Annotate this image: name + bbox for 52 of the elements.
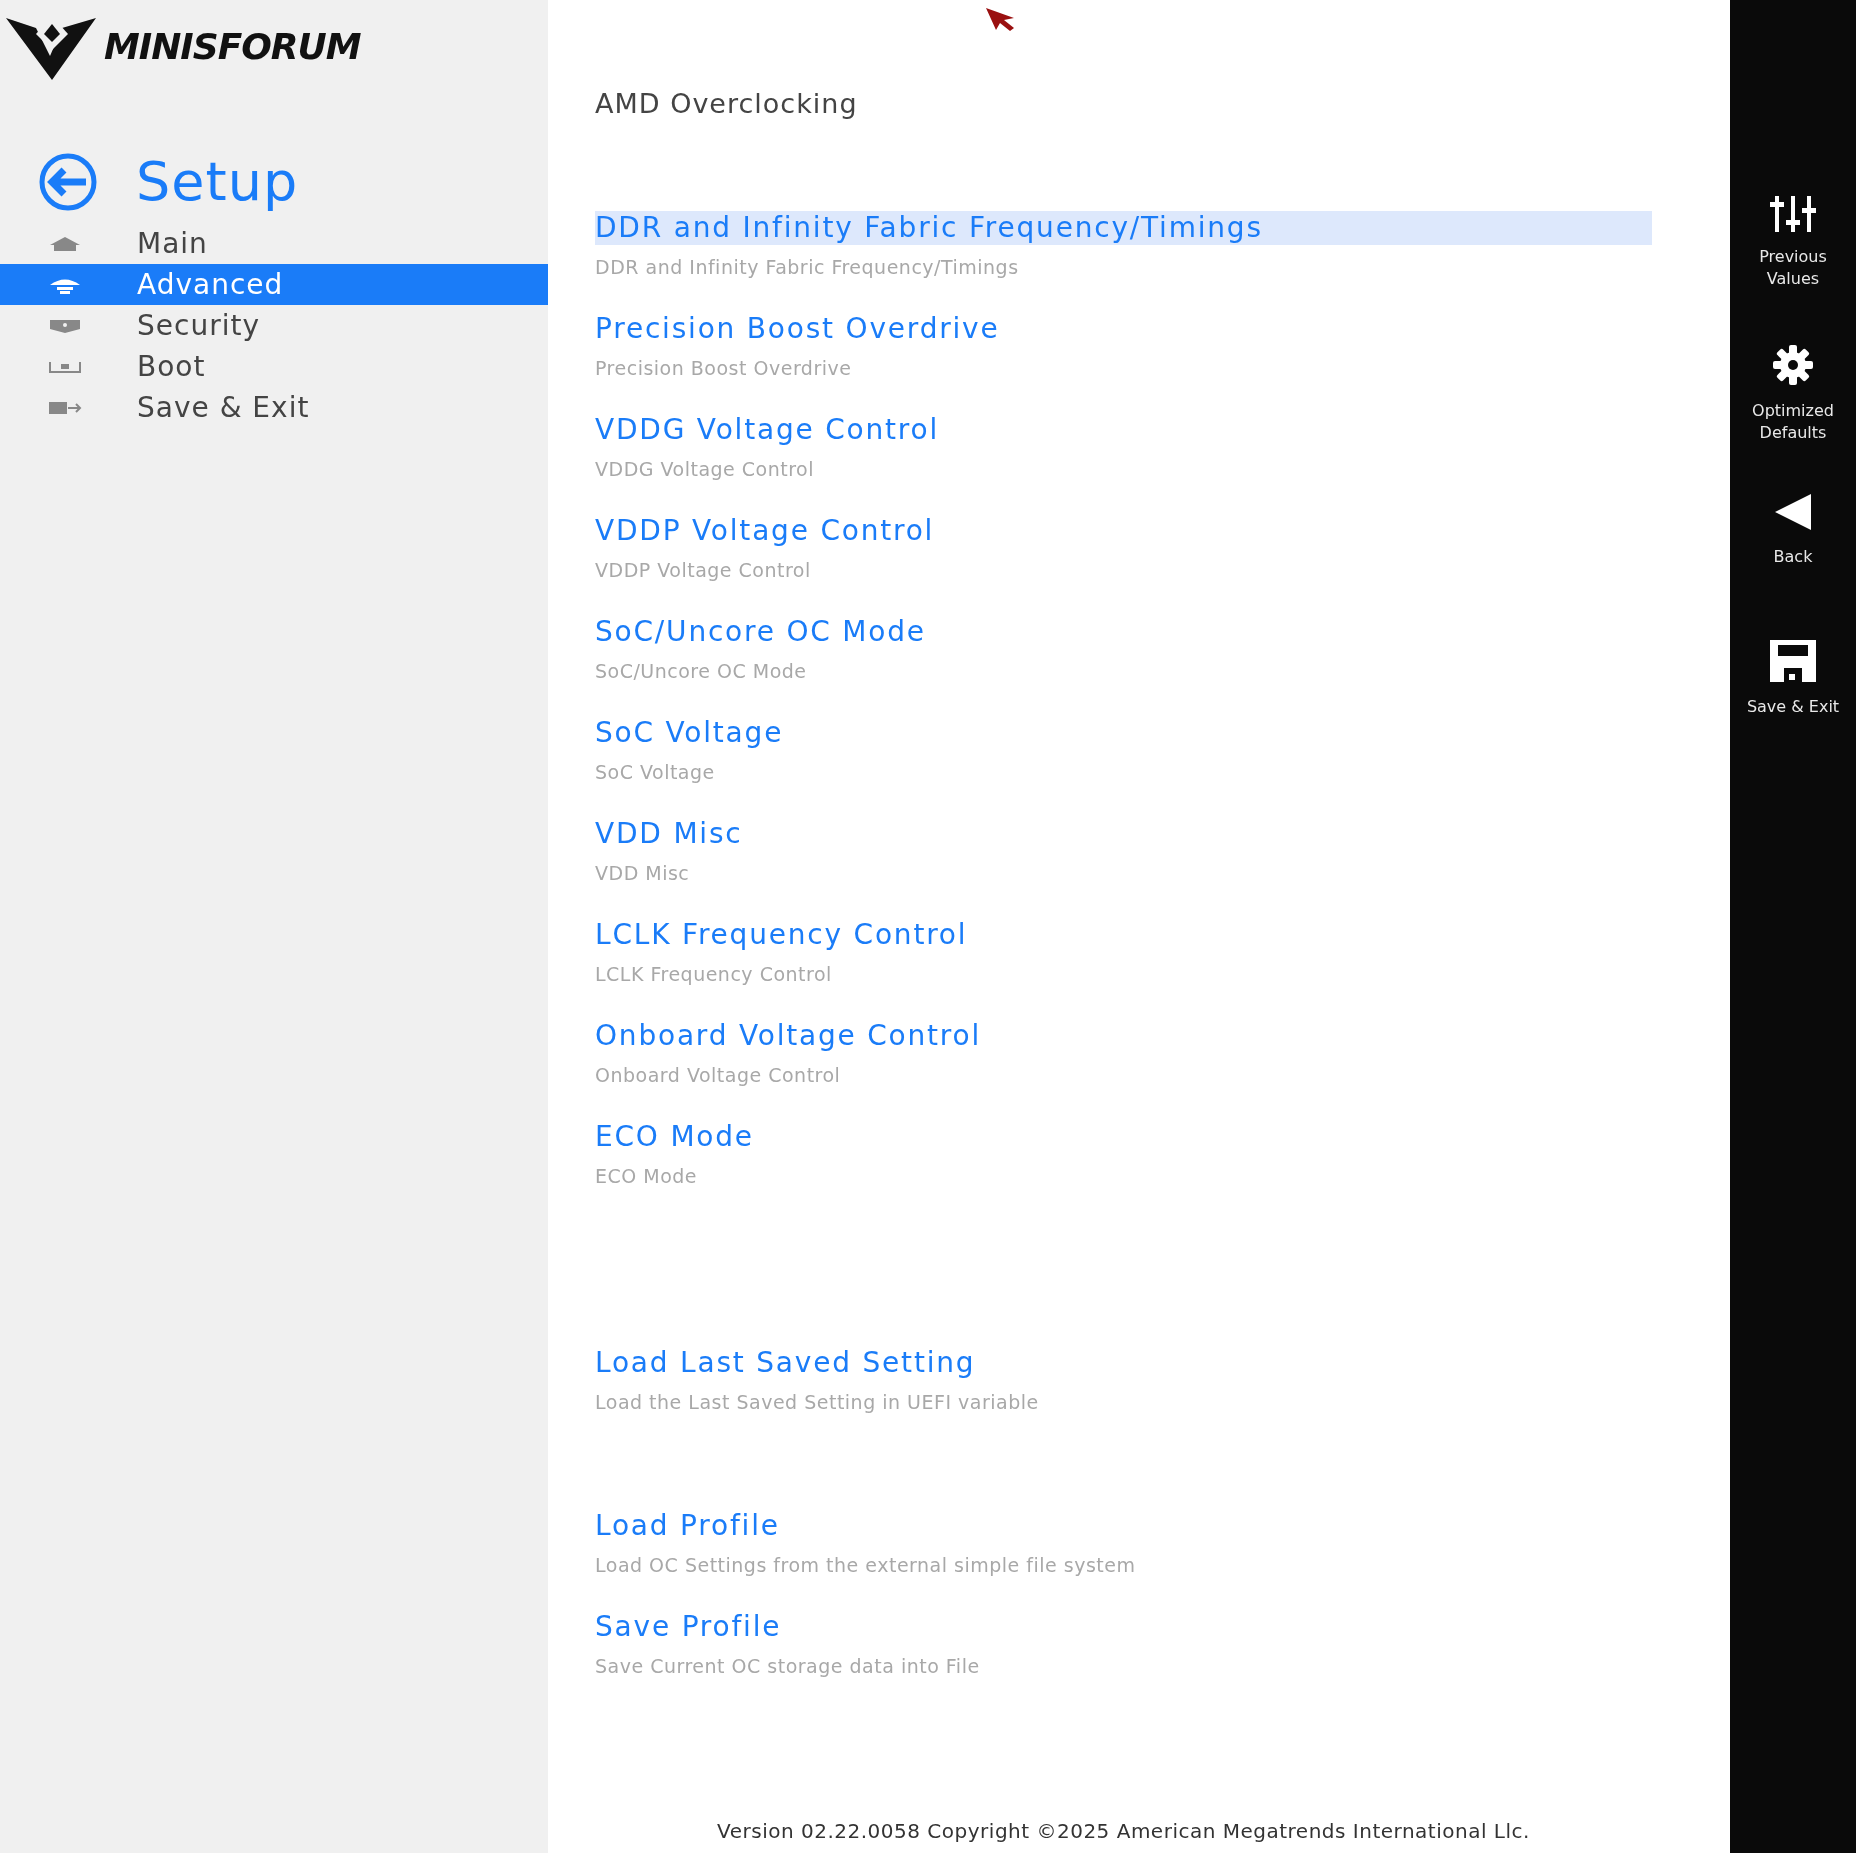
brand-name: MINISFORUM	[104, 25, 361, 67]
menu-item-description: VDDG Voltage Control	[595, 458, 815, 480]
menu-item-description: VDDP Voltage Control	[595, 559, 812, 581]
menu-item-description: Load the Last Saved Setting in UEFI variable	[595, 1391, 1040, 1413]
menu-item[interactable]: SoC/Uncore OC Mode	[595, 615, 1652, 649]
setup-title: Setup	[136, 150, 299, 213]
gear-icon	[1772, 344, 1814, 386]
nav-item[interactable]: Advanced	[0, 264, 548, 305]
toolbar-button[interactable]: Optimized Defaults	[1752, 344, 1834, 492]
menu-item[interactable]: Save Profile	[595, 1610, 1652, 1644]
nav-item[interactable]: Boot	[0, 346, 548, 387]
menu-item[interactable]: VDDG Voltage Control	[595, 413, 1652, 447]
menu-item[interactable]: LCLK Frequency Control	[595, 918, 1652, 952]
nav-label: Boot	[137, 350, 206, 383]
toolbar-button[interactable]: Back	[1773, 492, 1813, 640]
menu-item[interactable]: ECO Mode	[595, 1120, 1652, 1154]
nav-label: Save & Exit	[137, 391, 310, 424]
menu-item[interactable]: Precision Boost Overdrive	[595, 312, 1652, 346]
menu-item-description: DDR and Infinity Fabric Frequency/Timings	[595, 256, 1020, 278]
menu-item-description: LCLK Frequency Control	[595, 963, 833, 985]
toolbar-button[interactable]: Previous Values	[1759, 196, 1827, 344]
menu-item-description: Save Current OC storage data into File	[595, 1655, 981, 1677]
nav-item[interactable]: Main	[0, 223, 548, 264]
menu-item[interactable]: Load Profile	[595, 1509, 1652, 1543]
menu-item-description: VDD Misc	[595, 862, 691, 884]
sliders-icon	[1768, 196, 1818, 232]
menu-item[interactable]: Load Last Saved Setting	[595, 1346, 1652, 1380]
nav-label: Main	[137, 227, 208, 260]
nav-label: Advanced	[137, 268, 284, 301]
exit-icon	[48, 400, 82, 415]
nav-item[interactable]: Save & Exit	[0, 387, 548, 428]
menu-item-description: ECO Mode	[595, 1165, 699, 1187]
menu-item-description: Onboard Voltage Control	[595, 1064, 842, 1086]
menu-item[interactable]: SoC Voltage	[595, 716, 1652, 750]
menu-item[interactable]: VDD Misc	[595, 817, 1652, 851]
menu-item[interactable]: VDDP Voltage Control	[595, 514, 1652, 548]
menu-item-description: Precision Boost Overdrive	[595, 357, 853, 379]
shield-icon	[49, 317, 81, 334]
menu-item[interactable]: Onboard Voltage Control	[595, 1019, 1652, 1053]
nav-label: Security	[137, 309, 260, 342]
menu-item-description: SoC/Uncore OC Mode	[595, 660, 808, 682]
menu-item[interactable]: DDR and Infinity Fabric Frequency/Timings	[595, 211, 1652, 245]
home-icon	[48, 235, 82, 252]
save-icon	[1770, 640, 1816, 682]
menu-item-description: SoC Voltage	[595, 761, 716, 783]
back-triangle-icon	[1773, 492, 1813, 532]
drive-icon	[48, 359, 82, 374]
version-copyright: Version 02.22.0058 Copyright ©2025 American Megatrends International Llc.	[716, 1819, 1531, 1843]
page-title: AMD Overclocking	[595, 88, 859, 119]
nav-item[interactable]: Security	[0, 305, 548, 346]
menu-item-description: Load OC Settings from the external simple file system	[595, 1554, 1137, 1576]
toolbar-button[interactable]: Save & Exit	[1746, 640, 1840, 788]
